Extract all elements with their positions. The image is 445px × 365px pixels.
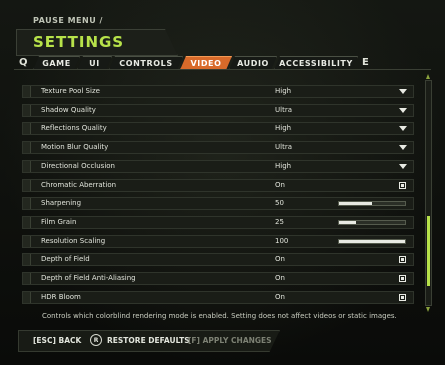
apply-changes-button[interactable]: [F] APPLY CHANGES	[188, 334, 272, 346]
dropdown-arrow-icon[interactable]	[399, 163, 407, 169]
tab-video[interactable]: VIDEO	[180, 56, 232, 70]
row-marker	[23, 104, 31, 116]
setting-row[interactable]: Directional Occlusion High	[22, 159, 414, 173]
next-tab-key[interactable]: E	[362, 57, 369, 68]
setting-label: Chromatic Aberration	[41, 180, 117, 189]
setting-row[interactable]: Chromatic Aberration On	[22, 178, 414, 192]
setting-value: 25	[275, 217, 284, 226]
row-marker	[23, 86, 31, 97]
setting-row[interactable]: Film Grain 25	[22, 215, 414, 229]
scrollbar-thumb[interactable]	[427, 216, 430, 286]
checkbox[interactable]	[399, 293, 406, 301]
setting-row[interactable]: Sharpening 50	[22, 197, 414, 211]
setting-value: High	[275, 87, 292, 95]
setting-description: Controls which colorblind rendering mode…	[42, 312, 397, 320]
setting-value: On	[275, 274, 285, 282]
r-key-icon: R	[90, 334, 102, 346]
setting-value: 50	[275, 199, 284, 208]
setting-label: Sharpening	[41, 199, 82, 208]
setting-row[interactable]: Shadow Quality Ultra	[22, 103, 414, 117]
tab-audio[interactable]: AUDIO	[229, 56, 277, 70]
row-marker	[23, 254, 31, 266]
row-marker	[23, 179, 31, 191]
checkbox[interactable]	[399, 181, 406, 189]
setting-value: 100	[275, 236, 289, 245]
slider-fill	[339, 220, 356, 224]
setting-row[interactable]: Resolution Scaling 100	[22, 234, 414, 248]
restore-defaults-label: RESTORE DEFAULTS	[107, 335, 190, 345]
row-marker	[23, 235, 31, 247]
setting-value: On	[275, 180, 285, 189]
setting-value: Ultra	[275, 105, 292, 114]
setting-label: Resolution Scaling	[41, 236, 106, 245]
setting-label: HDR Bloom	[41, 292, 81, 301]
page-title: SETTINGS	[33, 33, 125, 51]
slider-track[interactable]	[338, 238, 406, 244]
tab-ui[interactable]: UI	[77, 56, 112, 70]
scroll-down-icon[interactable]	[426, 307, 430, 312]
setting-label: Film Grain	[41, 217, 77, 226]
checkbox[interactable]	[399, 275, 406, 282]
setting-row[interactable]: HDR Bloom On	[22, 290, 414, 304]
dropdown-arrow-icon[interactable]	[399, 107, 407, 113]
dropdown-arrow-icon[interactable]	[399, 145, 407, 151]
restore-defaults-button[interactable]: R RESTORE DEFAULTS	[90, 334, 190, 346]
setting-row[interactable]: Texture Pool Size High	[22, 85, 414, 98]
back-button[interactable]: [ESC] BACK	[33, 334, 81, 346]
breadcrumb: PAUSE MENU /	[33, 16, 103, 25]
dropdown-arrow-icon[interactable]	[399, 89, 407, 94]
setting-label: Depth of Field	[41, 255, 90, 264]
setting-label: Texture Pool Size	[41, 87, 100, 95]
setting-label: Reflections Quality	[41, 124, 107, 133]
row-marker	[23, 291, 31, 303]
setting-row[interactable]: Depth of Field Anti-Aliasing On	[22, 272, 414, 285]
scroll-up-icon[interactable]	[426, 74, 430, 79]
scrollbar[interactable]	[425, 74, 432, 312]
slider-track[interactable]	[338, 219, 406, 225]
tab-accessibility[interactable]: ACCESSIBILITY	[274, 56, 358, 70]
setting-label: Depth of Field Anti-Aliasing	[41, 274, 136, 282]
checkbox[interactable]	[399, 256, 406, 264]
divider	[14, 69, 431, 70]
row-marker	[23, 216, 31, 228]
tab-game[interactable]: GAME	[33, 56, 80, 70]
setting-value: High	[275, 124, 292, 133]
row-marker	[23, 160, 31, 172]
setting-label: Motion Blur Quality	[41, 143, 109, 152]
setting-value: On	[275, 255, 285, 264]
prev-tab-key[interactable]: Q	[19, 57, 28, 68]
setting-value: On	[275, 292, 285, 301]
setting-value: High	[275, 161, 292, 170]
setting-label: Directional Occlusion	[41, 161, 115, 170]
setting-row[interactable]: Motion Blur Quality Ultra	[22, 141, 414, 155]
slider-fill	[339, 202, 372, 206]
setting-value: Ultra	[275, 143, 292, 152]
row-marker	[23, 123, 31, 135]
row-marker	[23, 273, 31, 284]
slider-fill	[339, 239, 405, 243]
dropdown-arrow-icon[interactable]	[399, 126, 407, 132]
setting-row[interactable]: Reflections Quality High	[22, 122, 414, 136]
setting-label: Shadow Quality	[41, 105, 96, 114]
tab-controls[interactable]: CONTROLS	[109, 56, 183, 70]
row-marker	[23, 198, 31, 210]
setting-row[interactable]: Depth of Field On	[22, 253, 414, 267]
slider-track[interactable]	[338, 201, 406, 207]
row-marker	[23, 142, 31, 154]
